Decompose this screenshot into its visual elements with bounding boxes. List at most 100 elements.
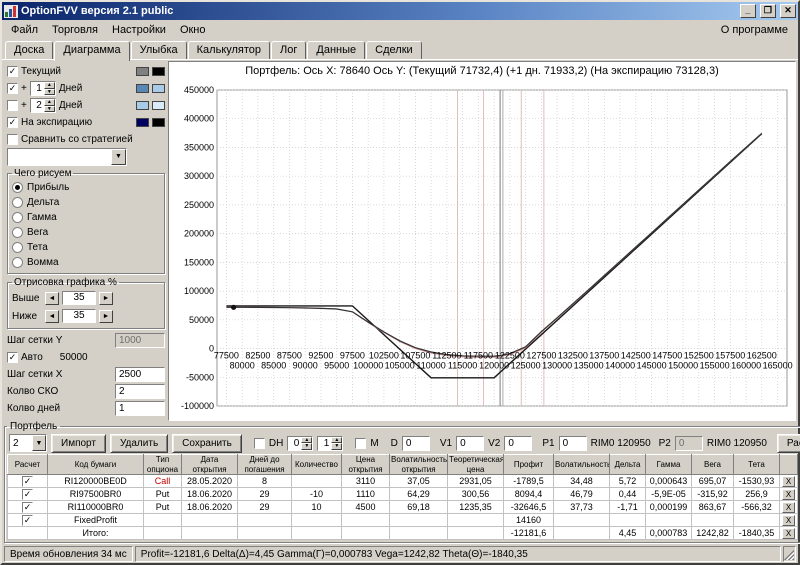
column-header[interactable]: Код бумаги (48, 455, 144, 475)
cell-date[interactable] (182, 514, 238, 527)
expiry-checkbox[interactable]: ✓ (7, 117, 18, 128)
column-header[interactable]: Волатильность (554, 455, 610, 475)
row-calc-checkbox[interactable]: ✓ (22, 502, 33, 513)
save-button[interactable]: Сохранить (172, 434, 242, 453)
dropdown-arrow-icon[interactable]: ▼ (32, 435, 46, 451)
tab-deals[interactable]: Сделки (366, 41, 422, 60)
tab-board[interactable]: Доска (5, 41, 53, 60)
radio-gamma[interactable] (12, 212, 23, 223)
cell-delta[interactable]: -1,71 (610, 501, 646, 514)
cell-type[interactable]: Put (144, 488, 182, 501)
dropdown-arrow-icon[interactable]: ▼ (111, 149, 126, 165)
tab-data[interactable]: Данные (307, 41, 365, 60)
draw-option-theta[interactable]: Тета (12, 240, 160, 255)
cell-days[interactable]: 29 (238, 501, 292, 514)
cell-price[interactable] (342, 527, 390, 540)
menu-about[interactable]: О программе (713, 22, 796, 38)
resize-grip[interactable] (783, 546, 796, 562)
cell-gamma[interactable]: -5,9E-05 (646, 488, 692, 501)
cell-theta[interactable]: 256,9 (734, 488, 780, 501)
p1-input[interactable]: 0 (559, 436, 587, 451)
dh-stepper-1[interactable]: 0 ▲▼ (287, 436, 313, 451)
radio-vomma[interactable] (12, 257, 23, 268)
plus1-fill-color-swatch[interactable] (152, 84, 165, 93)
cell-type[interactable]: Put (144, 501, 182, 514)
tab-log[interactable]: Лог (271, 41, 306, 60)
cell-type[interactable] (144, 527, 182, 540)
cell-vol_open[interactable]: 64,29 (390, 488, 448, 501)
remove-row-button[interactable]: X (782, 489, 795, 500)
cell-qty[interactable]: 10 (292, 475, 342, 488)
radio-profit[interactable] (12, 182, 23, 193)
radio-vega[interactable] (12, 227, 23, 238)
cell-theta[interactable]: -1840,35 (734, 527, 780, 540)
cell-code[interactable]: Итого: (48, 527, 144, 540)
below-decrement-button[interactable]: ◄ (45, 310, 59, 323)
calc-go-button[interactable]: Рассчитать ГО (777, 434, 800, 453)
dh-stepper-2-value[interactable]: 1 (318, 437, 331, 450)
below-value[interactable]: 35 (62, 309, 96, 323)
maximize-button[interactable]: ❒ (760, 4, 776, 18)
tab-smile[interactable]: Улыбка (131, 41, 187, 60)
menu-file[interactable]: Файл (4, 22, 45, 38)
cell-vol_open[interactable]: 69,18 (390, 501, 448, 514)
draw-option-vomma[interactable]: Вомма (12, 255, 160, 270)
remove-row-button[interactable]: X (782, 515, 795, 526)
cell-qty[interactable] (292, 527, 342, 540)
cell-theta[interactable]: -1530,93 (734, 475, 780, 488)
cell-delta[interactable] (610, 514, 646, 527)
delete-button[interactable]: Удалить (110, 434, 168, 453)
cell-days[interactable] (238, 514, 292, 527)
cell-theta[interactable] (734, 514, 780, 527)
spin-down-icon[interactable]: ▼ (331, 443, 342, 450)
plus2-days-value[interactable]: 2 (31, 99, 44, 112)
tab-calculator[interactable]: Калькулятор (188, 41, 270, 60)
plus2-spin-buttons[interactable]: ▲▼ (44, 99, 55, 112)
cell-profit[interactable]: -1789,5 (504, 475, 554, 488)
cell-profit[interactable]: -32646,5 (504, 501, 554, 514)
cell-theo[interactable]: 300,56 (448, 488, 504, 501)
dh-stepper-2-buttons[interactable]: ▲▼ (331, 437, 342, 450)
cell-profit[interactable]: 14160 (504, 514, 554, 527)
v1-input[interactable]: 0 (456, 436, 484, 451)
below-increment-button[interactable]: ► (99, 310, 113, 323)
strategy-select[interactable]: ▼ (7, 148, 127, 166)
grid-y-input[interactable]: 1000 (115, 333, 165, 348)
column-header[interactable]: Тета (734, 455, 780, 475)
m-checkbox[interactable] (355, 438, 366, 449)
column-header[interactable]: Профит (504, 455, 554, 475)
column-header[interactable]: Дельта (610, 455, 646, 475)
cell-price[interactable]: 4500 (342, 501, 390, 514)
tab-diagram[interactable]: Диаграмма (54, 41, 129, 61)
cell-vol[interactable] (554, 527, 610, 540)
auto-checkbox[interactable]: ✓ (7, 352, 18, 363)
cell-vega[interactable]: -315,92 (692, 488, 734, 501)
row-calc-checkbox[interactable]: ✓ (22, 515, 33, 526)
cell-code[interactable]: RI97500BR0 (48, 488, 144, 501)
row-calc-checkbox[interactable]: ✓ (22, 489, 33, 500)
column-header[interactable]: Теоретическая цена (448, 455, 504, 475)
portfolio-preset-select[interactable]: 2 ▼ (9, 434, 47, 452)
cell-theta[interactable]: -566,32 (734, 501, 780, 514)
plus2-checkbox[interactable] (7, 100, 18, 111)
cell-days[interactable] (238, 527, 292, 540)
cell-price[interactable]: 3110 (342, 475, 390, 488)
cell-code[interactable]: RI110000BR0 (48, 501, 144, 514)
cell-theo[interactable]: 1235,35 (448, 501, 504, 514)
column-header[interactable]: Дней до погашения (238, 455, 292, 475)
plus1-line-color-swatch[interactable] (136, 84, 149, 93)
p2-input[interactable]: 0 (675, 436, 703, 451)
cell-date[interactable]: 18.06.2020 (182, 488, 238, 501)
cell-price[interactable] (342, 514, 390, 527)
minimize-button[interactable]: _ (740, 4, 756, 18)
cell-vol[interactable] (554, 514, 610, 527)
compare-strategy-checkbox[interactable] (7, 134, 18, 145)
draw-option-delta[interactable]: Дельта (12, 195, 160, 210)
cell-vega[interactable]: 1242,82 (692, 527, 734, 540)
menu-window[interactable]: Окно (173, 22, 213, 38)
radio-theta[interactable] (12, 242, 23, 253)
cell-qty[interactable]: -10 (292, 488, 342, 501)
current-checkbox[interactable]: ✓ (7, 66, 18, 77)
cell-delta[interactable]: 0,44 (610, 488, 646, 501)
expiry-fill-color-swatch[interactable] (152, 118, 165, 127)
